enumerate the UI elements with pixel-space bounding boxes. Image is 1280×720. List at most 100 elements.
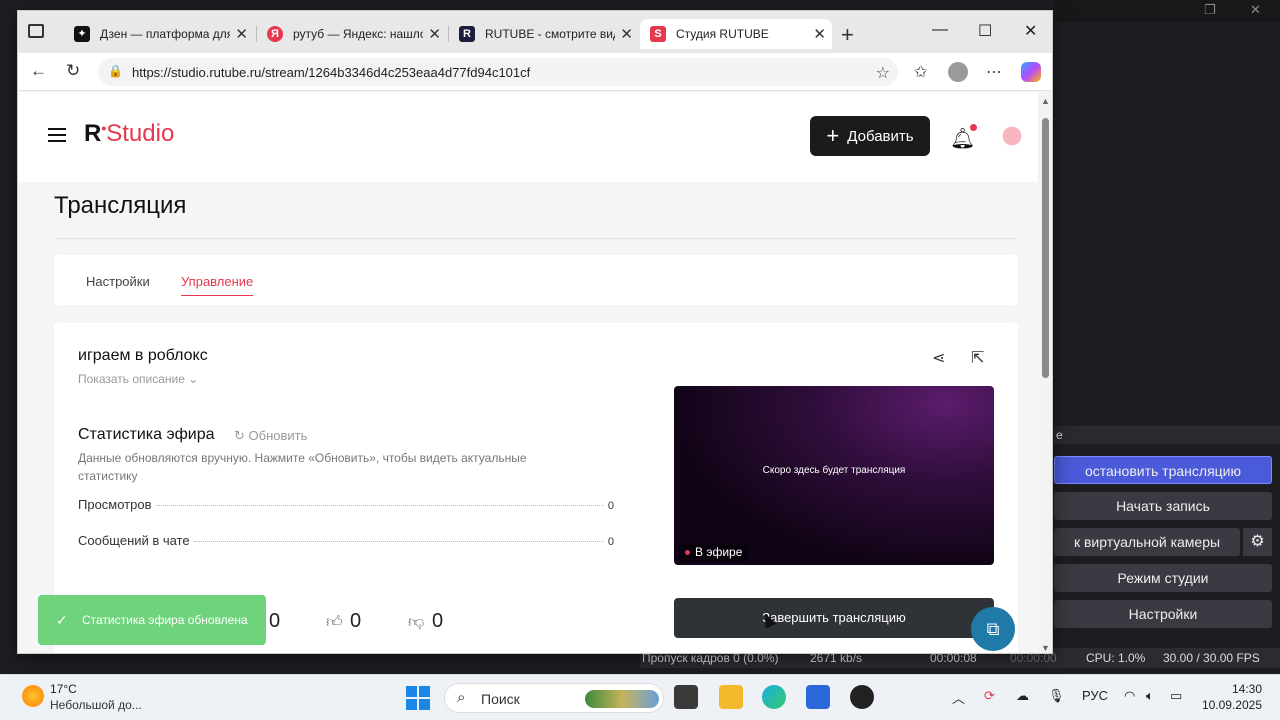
- copilot-icon[interactable]: [1021, 62, 1041, 82]
- file-explorer-icon[interactable]: [719, 685, 743, 709]
- tab-rutube-studio[interactable]: S Студия RUTUBE ✕: [640, 19, 832, 49]
- new-tab-icon[interactable]: +: [841, 22, 854, 48]
- yandex-icon: Я: [267, 26, 283, 42]
- obs-start-record-button[interactable]: Начать запись: [1054, 492, 1272, 520]
- minimize-icon[interactable]: —: [932, 21, 948, 39]
- workspaces-icon[interactable]: [28, 24, 44, 38]
- weather-desc[interactable]: Небольшой до...: [50, 698, 142, 712]
- weather-temp[interactable]: 17°C: [50, 682, 77, 696]
- weather-sun-icon[interactable]: [22, 685, 44, 707]
- stats-title: Статистика эфира: [78, 426, 215, 443]
- favorites-icon[interactable]: ✩: [914, 62, 927, 82]
- stat-row-chat: Сообщений в чате 0: [78, 533, 614, 553]
- dislikes-count: 0: [432, 610, 444, 632]
- close-icon[interactable]: ✕: [235, 25, 248, 43]
- obs-virtual-camera-button[interactable]: к виртуальной камеры: [1054, 528, 1240, 556]
- search-icon: ⌕: [457, 689, 466, 706]
- back-icon[interactable]: ←: [30, 61, 47, 81]
- tab-rutube[interactable]: R RUTUBE - смотрите вид ✕: [449, 19, 639, 49]
- window-close-icon[interactable]: ✕: [1024, 21, 1037, 41]
- obs-icon[interactable]: [850, 685, 874, 709]
- stats-note: Данные обновляются вручную. Нажмите «Обн…: [78, 451, 527, 483]
- favorite-star-icon[interactable]: ☆: [876, 63, 890, 83]
- stream-preview[interactable]: Скоро здесь будет трансляция В эфире: [674, 386, 994, 565]
- chevron-down-icon: ⌄: [188, 372, 199, 386]
- store-icon[interactable]: [806, 685, 830, 709]
- obs-studio-mode-button[interactable]: Режим студии: [1054, 564, 1272, 592]
- obs-title-bar: ❐ ✕: [1054, 0, 1280, 22]
- obs-restore-icon[interactable]: ❐: [1204, 2, 1216, 18]
- microphone-icon[interactable]: 🎙︎: [1048, 688, 1065, 704]
- edge-icon[interactable]: [762, 685, 786, 709]
- profile-avatar-icon[interactable]: [948, 62, 968, 82]
- logo-r: R: [84, 120, 102, 147]
- obs-left-dock: [0, 0, 18, 674]
- tab-bar: ✦ Дзен — платформа для ✕ Я рутуб — Яндек…: [18, 11, 1052, 53]
- tab-zen[interactable]: ✦ Дзен — платформа для ✕: [64, 19, 254, 49]
- stream-name: играем в роблокс: [78, 347, 208, 364]
- url-field[interactable]: 🔒 https://studio.rutube.ru/stream/1264b3…: [98, 58, 898, 86]
- obs-stop-stream-button[interactable]: остановить трансляцию: [1054, 456, 1272, 484]
- tab-settings[interactable]: Настройки: [86, 274, 150, 289]
- notification-badge: [970, 124, 978, 131]
- obs-settings-button[interactable]: Настройки: [1054, 600, 1272, 628]
- chat-help-icon[interactable]: ⧉: [971, 607, 1015, 651]
- dislike-icon: 👎︎: [408, 614, 425, 631]
- taskbar-clock[interactable]: 14:30 10.09.2025: [1196, 681, 1262, 713]
- refresh-icon: ↻: [234, 428, 245, 443]
- close-icon[interactable]: ✕: [620, 25, 633, 43]
- bell-icon[interactable]: 🔔︎: [950, 124, 978, 151]
- page-title: Трансляция: [54, 192, 187, 219]
- end-stream-button[interactable]: Завершить трансляцию: [674, 598, 994, 638]
- show-description-label: Показать описание: [78, 372, 185, 386]
- plus-icon: +: [826, 123, 840, 148]
- external-link-icon[interactable]: ⇱: [971, 348, 984, 368]
- rutube-studio-logo[interactable]: R•Studio: [84, 120, 174, 148]
- task-view-icon[interactable]: [674, 685, 698, 709]
- page-scrollbar[interactable]: ▲ ▼: [1038, 92, 1052, 653]
- reload-icon[interactable]: ↻: [66, 61, 80, 81]
- page-tabs: Настройки Управление: [54, 255, 1018, 305]
- refresh-label: Обновить: [248, 428, 308, 443]
- taskbar-search[interactable]: ⌕ Поиск: [444, 683, 664, 713]
- rutube-icon: R: [459, 26, 475, 42]
- dot-leader: [155, 505, 604, 506]
- views-count: 0: [269, 610, 281, 632]
- tab-yandex[interactable]: Я рутуб — Яндекс: нашло ✕: [257, 19, 447, 49]
- menu-icon[interactable]: [48, 128, 66, 142]
- stat-label: Сообщений в чате: [78, 533, 190, 548]
- tray-app-icon[interactable]: ☁: [1016, 688, 1029, 704]
- windows-start-icon[interactable]: [406, 686, 430, 710]
- stat-row-views: Просмотров 0: [78, 497, 614, 517]
- language-indicator[interactable]: РУС: [1082, 688, 1108, 703]
- scrollbar-thumb[interactable]: [1042, 118, 1049, 378]
- logo-studio: Studio: [106, 120, 175, 147]
- battery-icon[interactable]: ▭: [1170, 688, 1182, 704]
- add-button[interactable]: + Добавить: [810, 116, 930, 156]
- maximize-icon[interactable]: ☐: [978, 21, 992, 41]
- close-icon[interactable]: ✕: [813, 25, 826, 43]
- scroll-down-icon[interactable]: ▼: [1041, 643, 1050, 653]
- scroll-up-icon[interactable]: ▲: [1041, 96, 1050, 106]
- share-icon[interactable]: ⋖: [932, 348, 945, 368]
- obs-controls-title: е: [1054, 426, 1280, 444]
- more-menu-icon[interactable]: ⋯: [986, 62, 1002, 82]
- close-icon[interactable]: ✕: [428, 25, 441, 43]
- tab-management[interactable]: Управление: [181, 274, 254, 296]
- refresh-button[interactable]: ↻ Обновить: [234, 428, 307, 444]
- tab-title: Студия RUTUBE: [676, 27, 769, 41]
- stat-label: Просмотров: [78, 497, 152, 512]
- tray-sync-icon[interactable]: ⟳: [984, 688, 995, 704]
- avatar[interactable]: [998, 124, 1026, 154]
- preview-placeholder-text: Скоро здесь будет трансляция: [762, 465, 906, 476]
- likes-count: 0: [350, 610, 362, 632]
- show-description-link[interactable]: Показать описание ⌄: [78, 372, 198, 386]
- tray-chevron-icon[interactable]: ︿: [952, 688, 965, 707]
- live-badge: В эфире: [679, 544, 749, 562]
- wifi-icon[interactable]: ◠: [1124, 688, 1135, 704]
- gear-icon[interactable]: ⚙: [1243, 528, 1272, 556]
- lock-icon: 🔒: [108, 64, 123, 78]
- volume-icon[interactable]: 🔈︎: [1146, 688, 1154, 704]
- studio-header: R•Studio + Добавить 🔔︎: [18, 92, 1038, 182]
- obs-close-icon[interactable]: ✕: [1250, 2, 1261, 18]
